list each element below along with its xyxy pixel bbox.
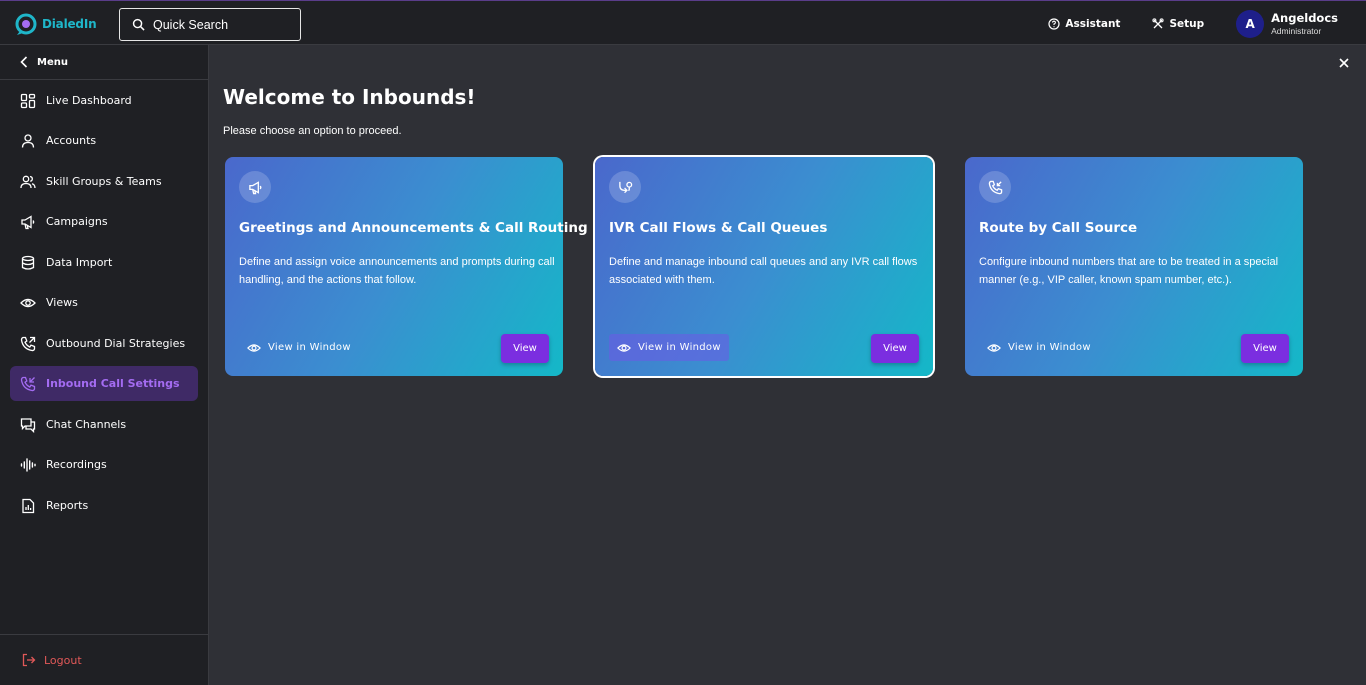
card-icon-wrap [609,171,641,203]
sidebar-item-chat-channels[interactable]: Chat Channels [10,407,198,442]
logout-label: Logout [44,653,82,667]
setup-button[interactable]: Setup [1152,18,1204,30]
sidebar-item-label: Chat Channels [46,418,127,431]
main-content: Welcome to Inbounds! Please choose an op… [209,45,1366,685]
top-bar: DialedIn Quick Search Assistant Setup A … [0,0,1366,45]
sidebar: Menu Live Dashboard Accounts Skill Group… [0,45,209,685]
dashboard-icon [20,93,36,108]
logo-icon [15,13,37,35]
view-in-window-label: View in Window [268,342,351,353]
sidebar-item-label: Accounts [46,134,97,147]
option-card-ivr[interactable]: IVR Call Flows & Call Queues Define and … [595,157,933,376]
card-description: Define and assign voice announcements an… [239,256,555,286]
menu-back-button[interactable]: Menu [0,45,208,80]
brand-name: DialedIn [42,17,97,31]
top-right-actions: Assistant Setup A Angeldocs Administrato… [1048,1,1366,46]
search-icon [132,18,145,31]
quick-search-input[interactable]: Quick Search [119,8,301,41]
user-menu[interactable]: A Angeldocs Administrator [1236,9,1338,38]
sidebar-item-label: Campaigns [46,215,108,228]
sidebar-item-label: Recordings [46,458,107,471]
sidebar-item-campaigns[interactable]: Campaigns [10,204,198,239]
sidebar-item-label: Reports [46,499,89,512]
sidebar-item-views[interactable]: Views [10,285,198,320]
sidebar-item-skill-groups[interactable]: Skill Groups & Teams [10,164,198,199]
report-icon [22,498,35,513]
phone-incoming-icon [20,376,36,391]
view-button[interactable]: View [501,334,549,363]
sidebar-item-recordings[interactable]: Recordings [10,447,198,482]
view-button[interactable]: View [871,334,919,363]
page-title: Welcome to Inbounds! [223,85,476,109]
page-subtitle: Please choose an option to proceed. [223,125,402,137]
sidebar-item-outbound-dial-strategies[interactable]: Outbound Dial Strategies [10,326,198,361]
megaphone-icon [21,214,35,229]
avatar: A [1236,9,1265,38]
user-name: Angeldocs [1271,11,1338,25]
sidebar-item-label: Live Dashboard [46,94,132,107]
view-in-window-button[interactable]: View in Window [239,334,359,361]
eye-icon [247,343,261,352]
card-icon-wrap [239,171,271,203]
phone-route-icon [988,180,1002,194]
sidebar-item-label: Skill Groups & Teams [46,175,162,188]
user-role: Administrator [1271,26,1322,36]
view-in-window-label: View in Window [638,342,721,353]
sidebar-item-label: Outbound Dial Strategies [46,337,186,350]
card-description: Define and manage inbound call queues an… [609,256,918,286]
eye-icon [987,343,1001,352]
sidebar-item-label: Views [46,296,78,309]
help-circle-icon [1048,17,1060,30]
view-in-window-button[interactable]: View in Window [609,334,729,361]
sidebar-item-reports[interactable]: Reports [10,488,198,523]
view-in-window-button[interactable]: View in Window [979,334,1099,361]
tools-icon [1152,17,1165,28]
waveform-icon [20,457,36,472]
setup-label: Setup [1169,17,1205,30]
logout-icon [22,653,36,667]
sidebar-item-inbound-call-settings[interactable]: Inbound Call Settings [10,366,198,401]
card-title: Route by Call Source [979,220,1138,236]
ivr-flow-icon [618,181,632,193]
megaphone-icon [248,180,261,194]
view-button[interactable]: View [1241,334,1289,363]
card-icon-wrap [979,171,1011,203]
logout-button[interactable]: Logout [22,653,82,667]
chevron-left-icon [20,56,28,68]
assistant-label: Assistant [1065,17,1121,30]
user-info: Angeldocs Administrator [1271,11,1338,36]
sidebar-item-label: Inbound Call Settings [46,377,180,390]
phone-outgoing-icon [20,336,36,351]
option-card-route-by-source[interactable]: Route by Call Source Configure inbound n… [965,157,1303,376]
card-description: Configure inbound numbers that are to be… [979,256,1279,286]
view-in-window-label: View in Window [1008,342,1091,353]
sidebar-item-live-dashboard[interactable]: Live Dashboard [10,83,198,118]
logout-section: Logout [0,634,208,685]
users-icon [20,175,36,188]
eye-icon [617,343,631,352]
sidebar-item-label: Data Import [46,256,113,269]
chat-icon [20,417,36,433]
option-card-greetings[interactable]: Greetings and Announcements & Call Routi… [225,157,588,376]
app-logo[interactable]: DialedIn [14,12,97,36]
assistant-button[interactable]: Assistant [1048,18,1120,30]
user-icon [21,133,35,148]
card-title: IVR Call Flows & Call Queues [609,220,828,236]
database-icon [21,255,35,270]
sidebar-item-accounts[interactable]: Accounts [10,123,198,158]
sidebar-item-data-import[interactable]: Data Import [10,245,198,280]
card-title: Greetings and Announcements & Call Routi… [239,220,588,236]
search-placeholder: Quick Search [153,17,229,32]
close-icon[interactable] [1336,55,1352,71]
eye-icon [20,298,36,307]
menu-label: Menu [37,56,68,68]
